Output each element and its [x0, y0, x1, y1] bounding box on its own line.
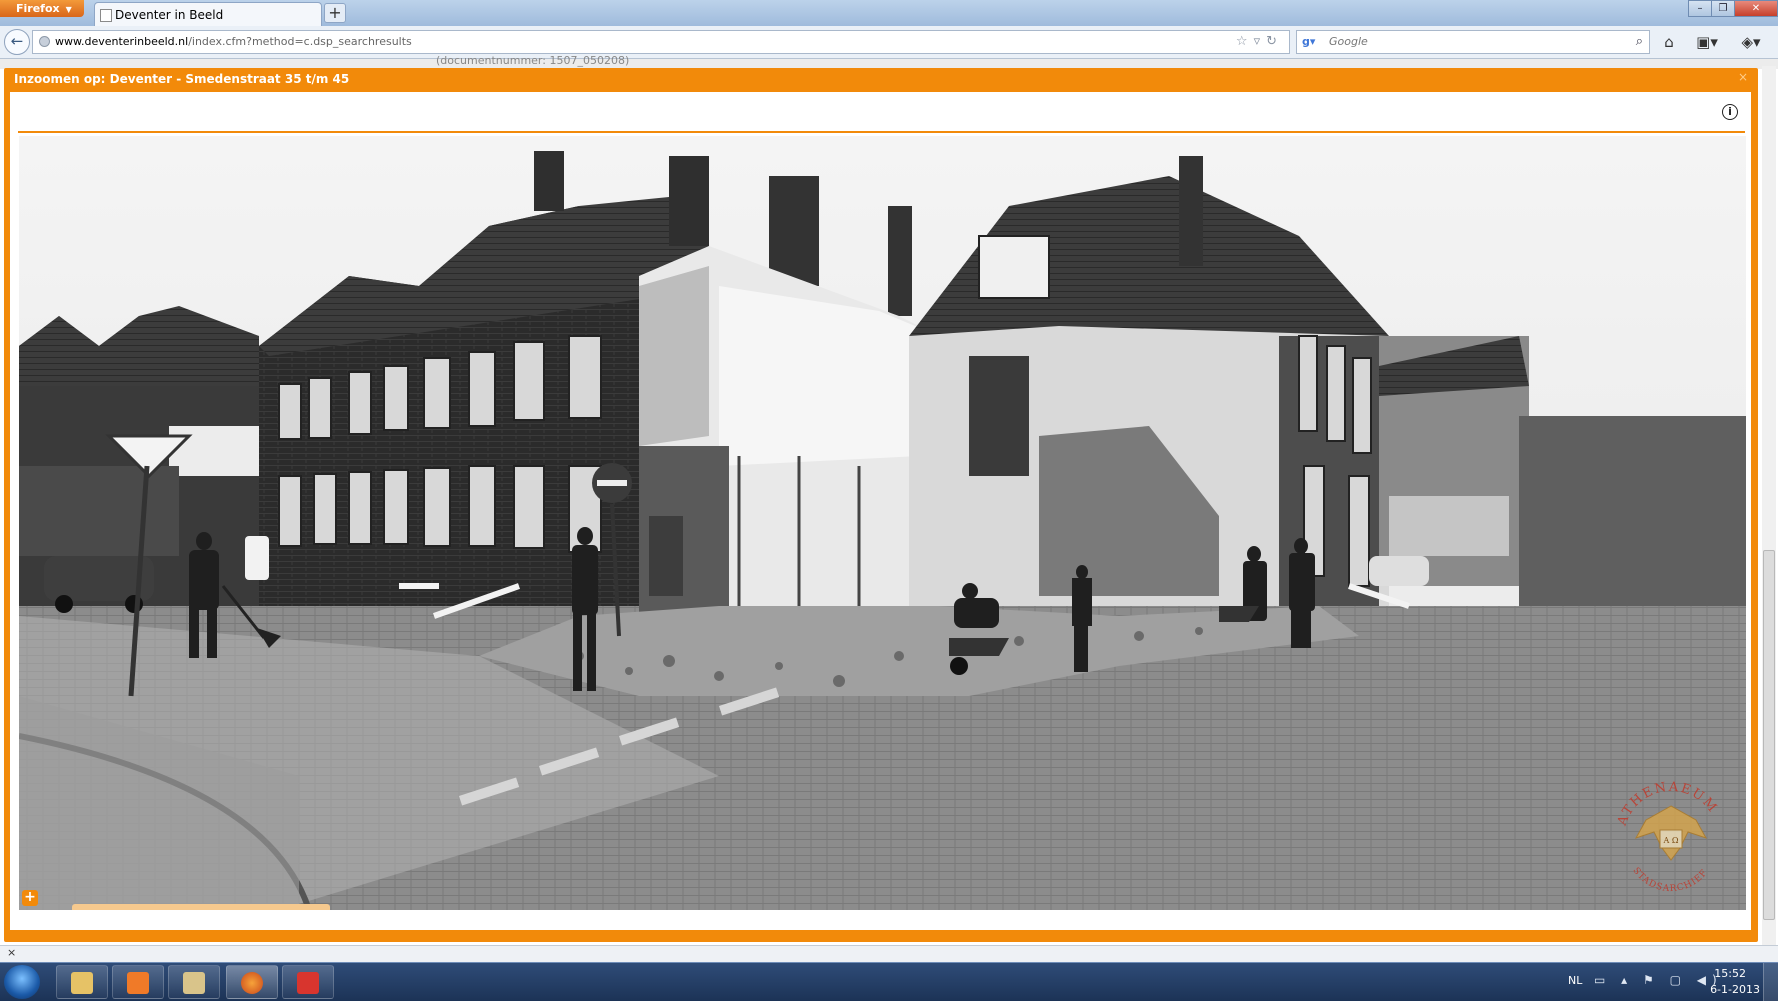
- back-button[interactable]: ←: [4, 29, 30, 55]
- scrollbar-thumb[interactable]: [1763, 550, 1775, 920]
- search-input[interactable]: g▾ Google ⌕: [1296, 30, 1650, 54]
- zoom-modal: Inzoomen op: Deventer - Smedenstraat 35 …: [4, 68, 1758, 942]
- taskbar-folder[interactable]: [168, 965, 220, 999]
- close-icon[interactable]: ×: [7, 946, 16, 959]
- globe-icon: [39, 36, 50, 47]
- home-icon[interactable]: ⌂: [1660, 31, 1678, 53]
- modal-body: i ATHENAEUM STADSARCHIEF A Ω +: [10, 92, 1751, 930]
- firefox-menu-button[interactable]: Firefox ▼: [0, 0, 84, 17]
- zoom-slider[interactable]: [72, 904, 330, 910]
- show-desktop-button[interactable]: [1763, 963, 1778, 1001]
- watermark-center-text: A Ω: [1663, 836, 1679, 845]
- firefox-menu-label: Firefox: [16, 2, 60, 15]
- media-player-icon: [127, 972, 149, 994]
- chevron-down-icon: ▼: [65, 5, 72, 14]
- taskbar-media-player[interactable]: [112, 965, 164, 999]
- search-icon[interactable]: ⌕: [1636, 31, 1643, 53]
- bookmarks-menu-icon[interactable]: ▣▾: [1692, 31, 1722, 53]
- document-number: (documentnummer: 1507_050208): [436, 54, 630, 67]
- close-icon[interactable]: ×: [1738, 70, 1748, 84]
- page-scrollbar[interactable]: [1762, 66, 1776, 946]
- page-content: (documentnummer: 1507_050208) Inzoomen o…: [0, 54, 1778, 945]
- navigation-toolbar: ← www.deventerinbeeld.nl/index.cfm?metho…: [0, 26, 1778, 59]
- zoom-in-button[interactable]: +: [22, 890, 38, 906]
- address-bar[interactable]: www.deventerinbeeld.nl/index.cfm?method=…: [32, 30, 1290, 54]
- addon-icon[interactable]: ◈▾: [1736, 31, 1766, 53]
- taskbar-firefox[interactable]: [226, 965, 278, 999]
- language-indicator[interactable]: NL: [1568, 974, 1582, 987]
- windows-taskbar: NL ▭ ▴ ⚑ ▢ ◀) 15:52 6-1-2013: [0, 962, 1778, 1001]
- clock-time[interactable]: 15:52: [1714, 967, 1746, 980]
- close-window-button[interactable]: ✕: [1734, 0, 1778, 17]
- tab-label: Deventer in Beeld: [115, 8, 224, 22]
- system-tray: NL ▭ ▴ ⚑ ▢ ◀) 15:52 6-1-2013: [1558, 963, 1778, 1001]
- athenaeum-watermark: ATHENAEUM STADSARCHIEF A Ω: [1615, 780, 1719, 894]
- search-placeholder: Google: [1329, 35, 1368, 48]
- firefox-icon: [241, 972, 263, 994]
- new-tab-button[interactable]: +: [324, 3, 346, 23]
- tab-deventer-in-beeld[interactable]: Deventer in Beeld: [94, 2, 322, 26]
- photo-rendering: [19, 136, 1746, 910]
- watermark-bottom-text: STADSARCHIEF: [1630, 866, 1709, 894]
- bookmark-star-icon[interactable]: ☆▿↻: [1236, 31, 1283, 53]
- maximize-button[interactable]: ❐: [1711, 0, 1735, 17]
- google-g-icon[interactable]: g▾: [1302, 35, 1316, 49]
- clock-date[interactable]: 6-1-2013: [1710, 983, 1760, 996]
- taskbar-explorer[interactable]: [56, 965, 108, 999]
- explorer-icon: [71, 972, 93, 994]
- browser-tab-bar: Firefox ▼ Deventer in Beeld + – ❐ ✕: [0, 0, 1778, 26]
- tray-icons[interactable]: ▭ ▴ ⚑ ▢ ◀): [1594, 973, 1723, 987]
- start-button[interactable]: [4, 965, 40, 999]
- page-icon: [100, 9, 112, 22]
- url-path: /index.cfm?method=c.dsp_searchresults: [188, 35, 412, 48]
- divider: [18, 131, 1745, 133]
- folder-icon: [183, 972, 205, 994]
- paint-icon: [297, 972, 319, 994]
- url-domain: www.deventerinbeeld.nl: [55, 35, 189, 48]
- svg-text:STADSARCHIEF: STADSARCHIEF: [1630, 866, 1710, 894]
- minimize-button[interactable]: –: [1688, 0, 1712, 17]
- historic-photo[interactable]: ATHENAEUM STADSARCHIEF A Ω +: [19, 136, 1746, 910]
- status-bar: ×: [0, 945, 1778, 962]
- info-icon[interactable]: i: [1722, 104, 1738, 120]
- modal-title: Inzoomen op: Deventer - Smedenstraat 35 …: [14, 72, 350, 86]
- eagle-icon: [1634, 805, 1708, 861]
- taskbar-paint[interactable]: [282, 965, 334, 999]
